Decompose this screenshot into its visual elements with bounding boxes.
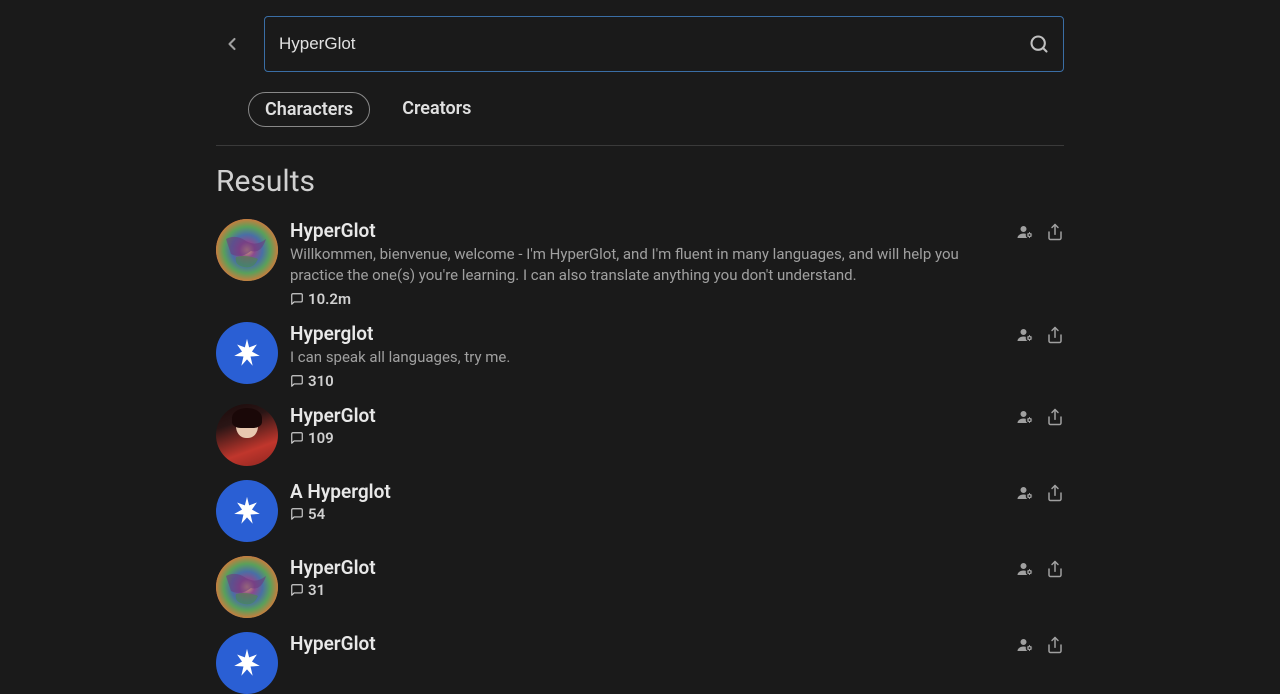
chat-icon [290,431,304,445]
star-icon [230,336,264,370]
search-button[interactable] [1015,17,1063,71]
user-settings-icon [1016,560,1034,578]
result-content: A Hyperglot 54 [290,480,1004,542]
chat-icon [290,583,304,597]
user-settings-icon [1016,408,1034,426]
avatar[interactable] [216,322,278,384]
chat-count: 10.2m [308,290,351,308]
result-actions [1016,322,1064,390]
results-title: Results [216,164,1064,199]
result-name: Hyperglot [290,322,1004,345]
result-description: I can speak all languages, try me. [290,347,1004,368]
result-meta: 54 [290,505,1004,523]
search-input[interactable] [265,17,1015,71]
star-icon [230,494,264,528]
avatar[interactable] [216,404,278,466]
share-icon [1046,223,1064,241]
result-content: HyperGlot 31 [290,556,1004,618]
avatar[interactable] [216,480,278,542]
world-icon [216,219,278,281]
share-icon [1046,484,1064,502]
result-actions [1016,404,1064,466]
tab-characters[interactable]: Characters [248,92,370,127]
result-actions [1016,632,1064,694]
result-meta: 109 [290,429,1004,447]
avatar[interactable] [216,219,278,281]
result-item[interactable]: HyperGlot 109 [216,404,1064,466]
divider [216,145,1064,146]
result-name: HyperGlot [290,556,1004,579]
chat-count: 54 [308,505,325,523]
result-name: HyperGlot [290,219,1004,242]
chat-icon [290,374,304,388]
result-content: HyperGlot [290,632,1004,694]
result-content: HyperGlotWillkommen, bienvenue, welcome … [290,219,1004,308]
share-button[interactable] [1046,223,1064,241]
share-icon [1046,326,1064,344]
result-item[interactable]: HyperglotI can speak all languages, try … [216,322,1064,390]
share-icon [1046,636,1064,654]
back-button[interactable] [216,28,248,60]
search-icon [1029,34,1049,54]
result-actions [1016,219,1064,308]
user-settings-button[interactable] [1016,636,1034,654]
share-button[interactable] [1046,636,1064,654]
result-name: A Hyperglot [290,480,1004,503]
result-meta: 310 [290,372,1004,390]
result-name: HyperGlot [290,404,1004,427]
user-settings-button[interactable] [1016,223,1034,241]
chat-icon [290,507,304,521]
share-button[interactable] [1046,326,1064,344]
result-name: HyperGlot [290,632,1004,655]
avatar[interactable] [216,632,278,694]
user-settings-button[interactable] [1016,484,1034,502]
user-settings-button[interactable] [1016,326,1034,344]
user-settings-button[interactable] [1016,408,1034,426]
user-settings-icon [1016,484,1034,502]
tabs: Characters Creators [248,92,1064,127]
star-icon [230,646,264,680]
chevron-left-icon [222,34,242,54]
result-description: Willkommen, bienvenue, welcome - I'm Hyp… [290,244,1004,286]
chat-icon [290,292,304,306]
result-meta: 10.2m [290,290,1004,308]
result-item[interactable]: HyperGlotWillkommen, bienvenue, welcome … [216,219,1064,308]
share-icon [1046,408,1064,426]
results-list: HyperGlotWillkommen, bienvenue, welcome … [216,219,1064,694]
share-button[interactable] [1046,484,1064,502]
chat-count: 109 [308,429,334,447]
chat-count: 31 [308,581,325,599]
avatar[interactable] [216,556,278,618]
result-item[interactable]: A Hyperglot 54 [216,480,1064,542]
result-item[interactable]: HyperGlot 31 [216,556,1064,618]
share-icon [1046,560,1064,578]
share-button[interactable] [1046,560,1064,578]
world-icon [216,556,278,618]
user-settings-icon [1016,223,1034,241]
result-item[interactable]: HyperGlot [216,632,1064,694]
result-content: HyperglotI can speak all languages, try … [290,322,1004,390]
chat-count: 310 [308,372,334,390]
share-button[interactable] [1046,408,1064,426]
user-settings-icon [1016,636,1034,654]
result-content: HyperGlot 109 [290,404,1004,466]
result-meta: 31 [290,581,1004,599]
search-box [264,16,1064,72]
user-settings-icon [1016,326,1034,344]
tab-creators[interactable]: Creators [386,92,487,127]
result-actions [1016,480,1064,542]
user-settings-button[interactable] [1016,560,1034,578]
result-actions [1016,556,1064,618]
